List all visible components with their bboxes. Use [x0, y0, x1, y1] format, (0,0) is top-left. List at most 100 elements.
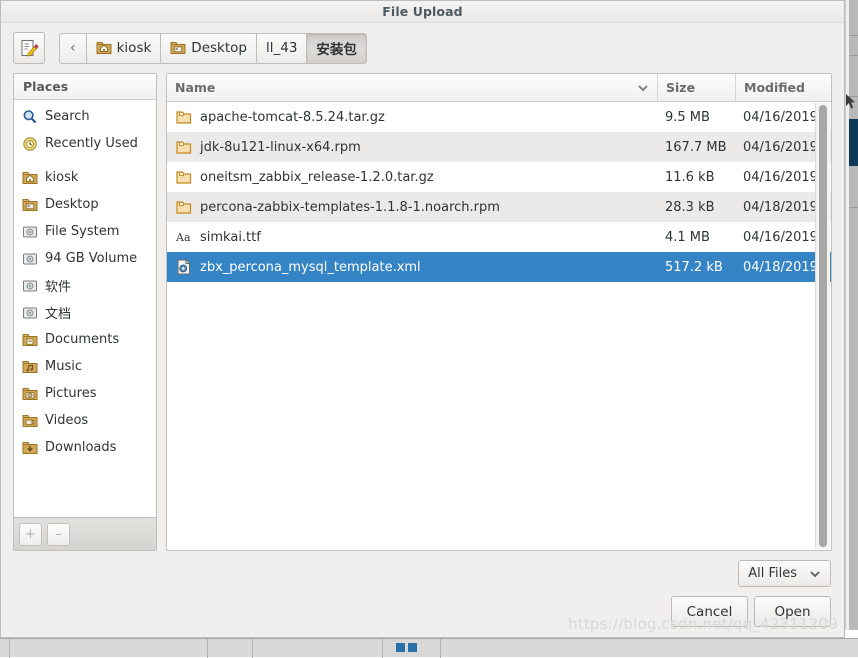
mouse-cursor-icon: [846, 94, 856, 110]
file-name-cell: Aa simkai.ttf: [167, 228, 657, 246]
remove-bookmark-button[interactable]: –: [47, 523, 70, 546]
scrollbar-thumb[interactable]: [819, 105, 827, 547]
sidebar-item-documents[interactable]: Documents: [14, 326, 156, 353]
file-size-cell: 517.2 kB: [657, 260, 735, 275]
file-upload-dialog: File Upload ‹: [0, 0, 845, 638]
add-bookmark-button[interactable]: +: [19, 523, 42, 546]
background-separator: [849, 35, 858, 36]
breadcrumb-item-desktop[interactable]: Desktop: [160, 33, 256, 64]
breadcrumb-item-current[interactable]: 安装包: [306, 33, 367, 64]
drive-icon: [22, 251, 38, 267]
file-name-label: percona-zabbix-templates-1.1.8-1.noarch.…: [200, 200, 500, 215]
file-name-label: apache-tomcat-8.5.24.tar.gz: [200, 110, 385, 125]
column-header-name[interactable]: Name: [167, 74, 657, 101]
location-entry-toggle-button[interactable]: [13, 32, 45, 64]
file-name-cell: percona-zabbix-templates-1.1.8-1.noarch.…: [167, 198, 657, 216]
file-name-cell: zbx_percona_mysql_template.xml: [167, 258, 657, 276]
sidebar-item-label: Recently Used: [45, 136, 138, 151]
table-row[interactable]: oneitsm_zabbix_release-1.2.0.tar.gz 11.6…: [167, 162, 831, 192]
table-row[interactable]: apache-tomcat-8.5.24.tar.gz 9.5 MB 04/16…: [167, 102, 831, 132]
font-file-icon: Aa: [175, 228, 193, 246]
file-size-cell: 167.7 MB: [657, 140, 735, 155]
breadcrumb-item-label: Desktop: [191, 40, 247, 56]
recent-clock-icon: [22, 136, 38, 152]
sidebar-item-label: kiosk: [45, 170, 78, 185]
cancel-button[interactable]: Cancel: [671, 596, 748, 627]
file-size-cell: 11.6 kB: [657, 170, 735, 185]
drive-icon: [22, 278, 38, 294]
sidebar-item-label: Desktop: [45, 197, 99, 212]
taskbar-slot[interactable]: [253, 639, 383, 658]
table-row[interactable]: jdk-8u121-linux-x64.rpm 167.7 MB 04/16/2…: [167, 132, 831, 162]
file-list-rows: apache-tomcat-8.5.24.tar.gz 9.5 MB 04/16…: [167, 102, 831, 550]
document-edit-icon: [19, 38, 39, 58]
file-name-cell: jdk-8u121-linux-x64.rpm: [167, 138, 657, 156]
places-sidebar: Places Search: [13, 73, 157, 551]
toolbar: ‹ kiosk: [1, 23, 844, 73]
sidebar-item-pictures[interactable]: Pictures: [14, 380, 156, 407]
places-footer: + –: [14, 517, 156, 550]
file-size-cell: 28.3 kB: [657, 200, 735, 215]
taskbar-slot[interactable]: [383, 639, 441, 658]
breadcrumb: ‹ kiosk: [59, 33, 367, 64]
sidebar-item-label: 94 GB Volume: [45, 251, 137, 266]
taskbar[interactable]: [0, 638, 858, 657]
sidebar-item-label: 软件: [45, 276, 71, 295]
file-filter-select[interactable]: All Files: [738, 560, 831, 587]
file-size-cell: 4.1 MB: [657, 230, 735, 245]
taskbar-slot[interactable]: [208, 639, 253, 658]
column-header-size[interactable]: Size: [657, 74, 735, 101]
sidebar-item-file-system[interactable]: File System: [14, 218, 156, 245]
drive-icon: [22, 305, 38, 321]
chevron-down-icon: [809, 568, 821, 580]
taskbar-slot[interactable]: [10, 639, 208, 658]
breadcrumb-item-ll_43[interactable]: ll_43: [256, 33, 306, 64]
dialog-title: File Upload: [382, 4, 462, 19]
breadcrumb-item-label: kiosk: [117, 40, 152, 56]
background-highlight-block: [849, 119, 858, 166]
breadcrumb-back-button[interactable]: ‹: [59, 33, 86, 64]
file-name-label: oneitsm_zabbix_release-1.2.0.tar.gz: [200, 170, 434, 185]
sidebar-item-music[interactable]: Music: [14, 353, 156, 380]
breadcrumb-item-label: ll_43: [266, 40, 297, 56]
dialog-footer: All Files Cancel Open https://blog.csdn.…: [1, 551, 844, 637]
sidebar-item-desktop[interactable]: Desktop: [14, 191, 156, 218]
table-row[interactable]: zbx_percona_mysql_template.xml 517.2 kB …: [167, 252, 831, 282]
breadcrumb-item-label: 安装包: [316, 38, 357, 58]
chevron-down-icon: [637, 82, 649, 94]
sidebar-item-videos[interactable]: Videos: [14, 407, 156, 434]
svg-text:Aa: Aa: [175, 231, 191, 244]
file-list-scrollbar[interactable]: [815, 103, 830, 549]
sidebar-item-search[interactable]: Search: [14, 103, 156, 130]
open-button[interactable]: Open: [754, 596, 831, 627]
pictures-folder-icon: [22, 386, 38, 402]
documents-folder-icon: [22, 332, 38, 348]
sidebar-item-label: 文档: [45, 303, 71, 322]
file-filter-value: All Files: [748, 566, 797, 581]
drive-icon: [22, 224, 38, 240]
desktop-folder-icon: [22, 197, 38, 213]
breadcrumb-item-kiosk[interactable]: kiosk: [86, 33, 161, 64]
sidebar-item-label: Pictures: [45, 386, 96, 401]
sidebar-item-documents-cjk[interactable]: 文档: [14, 299, 156, 326]
file-name-cell: apache-tomcat-8.5.24.tar.gz: [167, 108, 657, 126]
places-header: Places: [14, 74, 156, 100]
file-name-label: jdk-8u121-linux-x64.rpm: [200, 140, 361, 155]
table-row[interactable]: percona-zabbix-templates-1.1.8-1.noarch.…: [167, 192, 831, 222]
sidebar-item-label: Search: [45, 109, 90, 124]
file-size-cell: 9.5 MB: [657, 110, 735, 125]
sidebar-item-94gb-volume[interactable]: 94 GB Volume: [14, 245, 156, 272]
taskbar-slot[interactable]: [0, 639, 10, 658]
sidebar-item-software[interactable]: 软件: [14, 272, 156, 299]
sidebar-item-recently-used[interactable]: Recently Used: [14, 130, 156, 157]
sidebar-item-kiosk[interactable]: kiosk: [14, 164, 156, 191]
places-list: Search Recently Used: [14, 100, 156, 517]
home-folder-icon: [22, 170, 38, 186]
sidebar-item-label: Music: [45, 359, 82, 374]
home-folder-icon: [96, 40, 112, 56]
table-row[interactable]: Aa simkai.ttf 4.1 MB 04/16/2019: [167, 222, 831, 252]
downloads-folder-icon: [22, 440, 38, 456]
file-name-cell: oneitsm_zabbix_release-1.2.0.tar.gz: [167, 168, 657, 186]
column-header-modified[interactable]: Modified: [735, 74, 831, 101]
sidebar-item-downloads[interactable]: Downloads: [14, 434, 156, 461]
